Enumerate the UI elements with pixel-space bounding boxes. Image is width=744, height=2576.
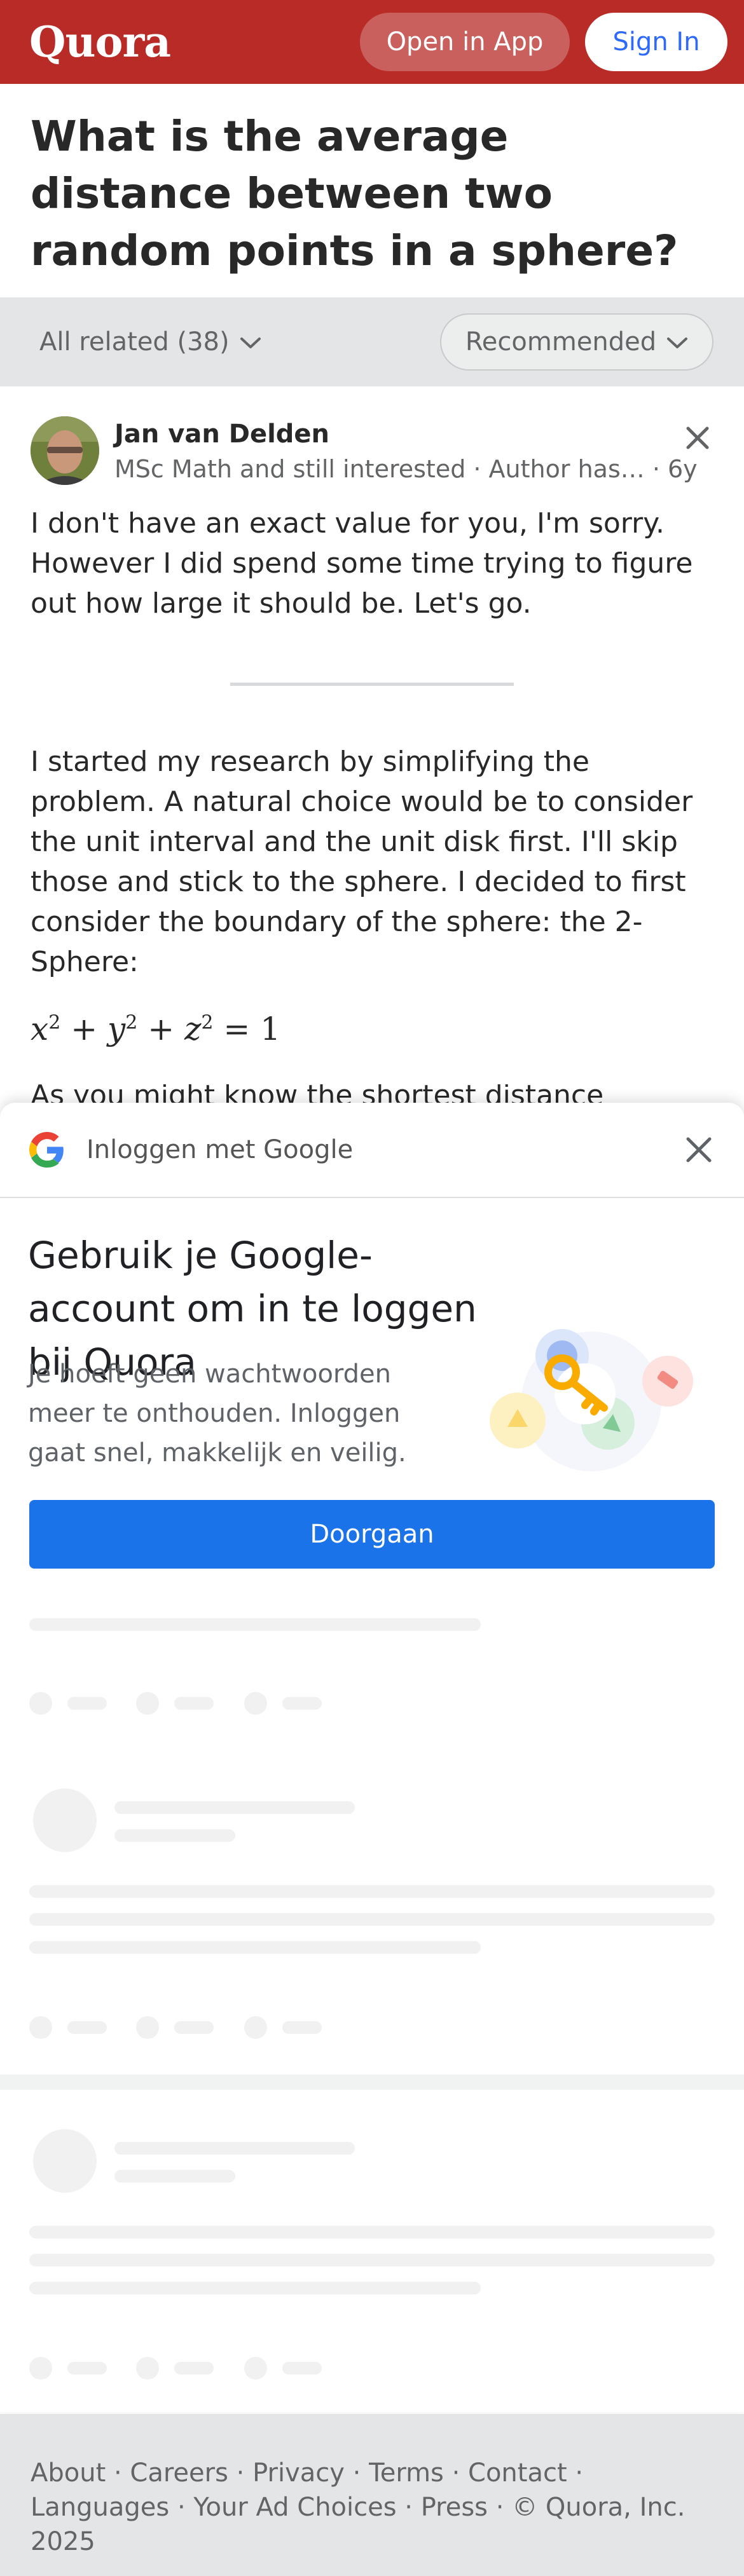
sign-in-button[interactable]: Sign In — [585, 13, 727, 71]
author-credential-line: MSc Math and still interested · Author h… — [114, 455, 712, 483]
footer-link-privacy[interactable]: Privacy — [252, 2458, 345, 2488]
loading-placeholder — [114, 1829, 235, 1842]
author-avatar[interactable] — [31, 416, 99, 485]
equation-rhs: = 1 — [223, 1011, 281, 1047]
all-related-dropdown[interactable]: All related (38) — [39, 327, 261, 357]
content-divider — [230, 683, 514, 686]
footer-link-about[interactable]: About — [31, 2458, 106, 2488]
equation-plus: + — [71, 1011, 98, 1047]
loading-placeholder — [29, 1885, 715, 1898]
loading-placeholder — [244, 2357, 267, 2380]
loading-placeholder — [136, 2357, 159, 2380]
loading-placeholder — [29, 2282, 481, 2294]
loading-placeholder — [29, 1913, 715, 1926]
equation-exponent: 2 — [125, 1011, 138, 1034]
author-credential: MSc Math and still interested · Author h… — [114, 455, 645, 483]
loading-placeholder — [282, 2021, 322, 2034]
google-signin-sheet: Inloggen met Google Gebruik je Google-ac… — [0, 1103, 744, 2412]
page: Quora Open in App Sign In What is the av… — [0, 0, 744, 2576]
loading-placeholder — [282, 1697, 322, 1710]
equation-plus: + — [148, 1011, 175, 1047]
loading-placeholder — [67, 2362, 107, 2375]
answer-paragraph: I started my research by simplifying the… — [31, 746, 693, 978]
all-related-label: All related (38) — [39, 327, 230, 357]
section-separator — [0, 2075, 744, 2090]
footer-link-careers[interactable]: Careers — [130, 2458, 228, 2488]
loading-placeholder — [29, 2016, 52, 2039]
equation-term: z — [184, 1011, 202, 1047]
footer: About · Careers · Privacy · Terms · Cont… — [0, 2414, 744, 2576]
answer-paragraph: I don't have an exact value for you, I'm… — [31, 507, 693, 620]
equation-term: y — [107, 1011, 126, 1047]
continue-button[interactable]: Doorgaan — [29, 1500, 715, 1569]
author-name[interactable]: Jan van Delden — [114, 419, 329, 449]
loading-placeholder — [244, 1692, 267, 1715]
chevron-down-icon — [666, 327, 688, 357]
google-signin-title: Inloggen met Google — [86, 1135, 354, 1164]
loading-placeholder — [282, 2362, 322, 2375]
loading-placeholder — [29, 2357, 52, 2380]
loading-placeholder — [174, 1697, 214, 1710]
loading-placeholder — [136, 1692, 159, 1715]
answer-age: · 6y — [652, 455, 698, 483]
loading-placeholder — [33, 2129, 97, 2193]
loading-placeholder — [136, 2016, 159, 2039]
loading-placeholder — [29, 1618, 481, 1631]
sort-label: Recommended — [465, 327, 657, 357]
loading-placeholder — [29, 2254, 715, 2266]
loading-placeholder — [114, 2170, 235, 2183]
close-icon[interactable] — [682, 422, 713, 454]
question-title: What is the average distance between two… — [31, 112, 679, 275]
footer-link-languages[interactable]: Languages — [31, 2493, 169, 2522]
loading-placeholder — [67, 1697, 107, 1710]
google-signin-header: Inloggen met Google — [0, 1103, 744, 1198]
sort-dropdown[interactable]: Recommended — [440, 313, 713, 371]
loading-placeholder — [29, 1692, 52, 1715]
loading-placeholder — [29, 1941, 481, 1954]
equation-exponent: 2 — [48, 1011, 61, 1034]
quora-logo[interactable]: Quora — [29, 17, 171, 67]
loading-placeholder — [29, 2226, 715, 2239]
close-icon[interactable] — [683, 1134, 715, 1166]
loading-placeholder — [114, 1801, 355, 1814]
loading-placeholder — [174, 2362, 214, 2375]
open-in-app-button[interactable]: Open in App — [360, 13, 570, 71]
footer-link-press[interactable]: Press — [421, 2493, 488, 2522]
loading-placeholder — [33, 1789, 97, 1852]
chevron-down-icon — [240, 327, 261, 357]
loading-placeholder — [174, 2021, 214, 2034]
loading-placeholder — [67, 2021, 107, 2034]
footer-link-ad-choices[interactable]: Your Ad Choices — [193, 2493, 396, 2522]
key-illustration-icon — [483, 1319, 699, 1471]
footer-link-contact[interactable]: Contact — [468, 2458, 567, 2488]
footer-link-terms[interactable]: Terms — [369, 2458, 444, 2488]
loading-placeholder — [114, 2142, 355, 2155]
top-bar: Quora Open in App Sign In — [0, 0, 744, 84]
google-logo-icon — [29, 1132, 65, 1168]
equation-exponent: 2 — [201, 1011, 214, 1034]
google-signin-subtext: Je hoeft geen wachtwoorden meer te ontho… — [28, 1360, 406, 1468]
sphere-equation: x2 + y2 + z2 = 1 — [31, 1011, 280, 1047]
loading-placeholder — [244, 2016, 267, 2039]
filter-bar: All related (38) Recommended — [0, 297, 744, 386]
equation-term: x — [31, 1011, 49, 1047]
